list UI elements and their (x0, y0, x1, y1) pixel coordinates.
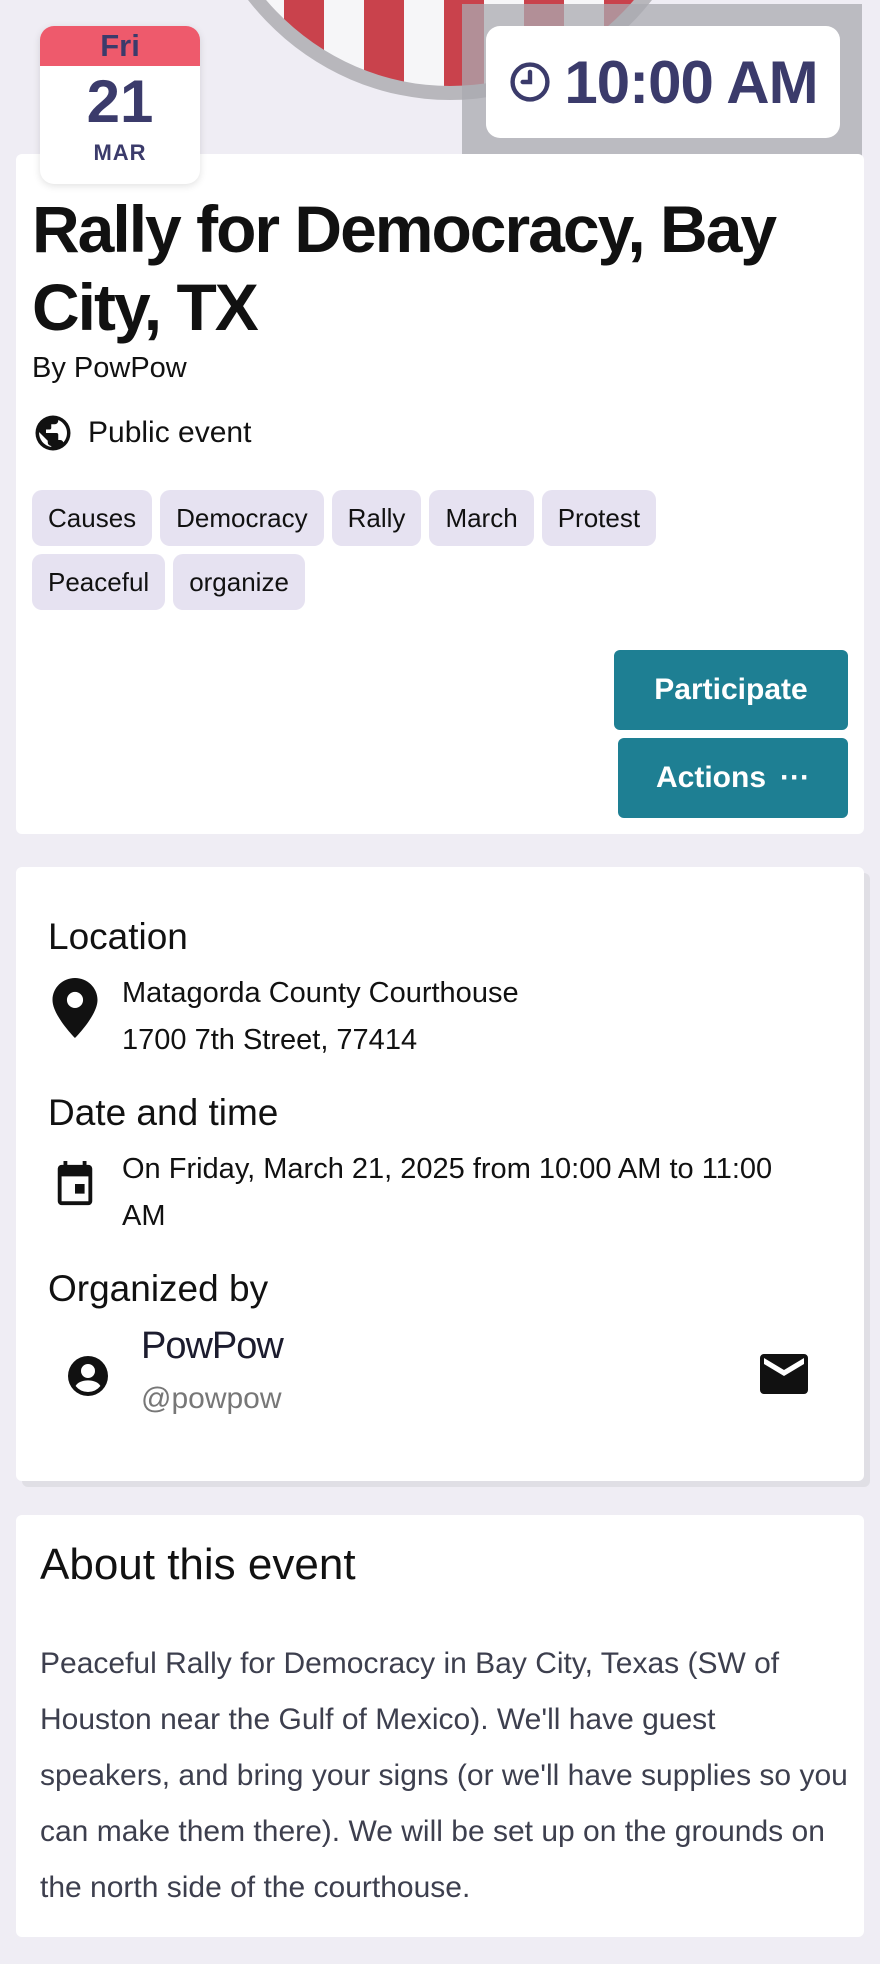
organizer-heading: Organized by (48, 1268, 269, 1309)
location-row[interactable]: Matagorda County Courthouse 1700 7th Str… (52, 970, 519, 1064)
tag-chip[interactable]: organize (173, 554, 305, 610)
event-title: Rally for Democracy, Bay City, TX (32, 192, 777, 344)
event-time-text: 10:00 AM (564, 48, 818, 116)
participate-button-label: Participate (654, 673, 808, 706)
event-organizer-byline[interactable]: By PowPow (32, 352, 187, 385)
datetime-text: On Friday, March 21, 2025 from 10:00 AM … (122, 1153, 773, 1232)
event-time-badge: 10:00 AM (486, 26, 840, 138)
clock-icon (510, 62, 551, 102)
tag-chip[interactable]: March (429, 490, 534, 546)
participate-button[interactable]: Participate (614, 650, 848, 730)
datetime-heading: Date and time (48, 1092, 279, 1133)
location-text: Matagorda County Courthouse 1700 7th Str… (122, 970, 519, 1064)
location-name: Matagorda County Courthouse (122, 977, 519, 1009)
event-visibility: Public event (32, 412, 251, 454)
more-dots-icon: ··· (780, 761, 810, 794)
about-heading: About this event (40, 1540, 356, 1589)
tag-chip[interactable]: Peaceful (32, 554, 166, 610)
map-pin-icon (52, 978, 98, 1038)
event-tags: Causes Democracy Rally March Protest Peaceful… (32, 490, 732, 610)
date-badge-day: 21 (86, 68, 154, 135)
datetime-row: On Friday, March 21, 2025 from 10:00 AM … (52, 1146, 792, 1240)
globe-icon (35, 415, 71, 451)
location-heading: Location (48, 916, 188, 957)
account-circle-icon (68, 1356, 108, 1396)
mail-icon[interactable] (760, 1354, 808, 1394)
date-badge-weekday: Fri (40, 26, 200, 66)
tag-chip[interactable]: Protest (541, 490, 657, 546)
event-visibility-label: Public event (88, 416, 252, 449)
date-badge-month: MAR (93, 140, 147, 165)
about-description: Peaceful Rally for Democracy in Bay City… (40, 1647, 848, 1904)
tag-chip[interactable]: Causes (32, 490, 153, 546)
calendar-icon (57, 1161, 93, 1206)
date-badge: Fri 21 MAR (40, 26, 200, 184)
actions-button-label: Actions (656, 761, 767, 794)
actions-button[interactable]: Actions ··· (618, 738, 848, 818)
organizer-handle: @powpow (141, 1382, 282, 1415)
tag-chip[interactable]: Rally (331, 490, 422, 546)
organizer-name[interactable]: PowPow (141, 1325, 284, 1368)
tag-chip[interactable]: Democracy (160, 490, 324, 546)
location-address: 1700 7th Street, 77414 (122, 1024, 418, 1056)
